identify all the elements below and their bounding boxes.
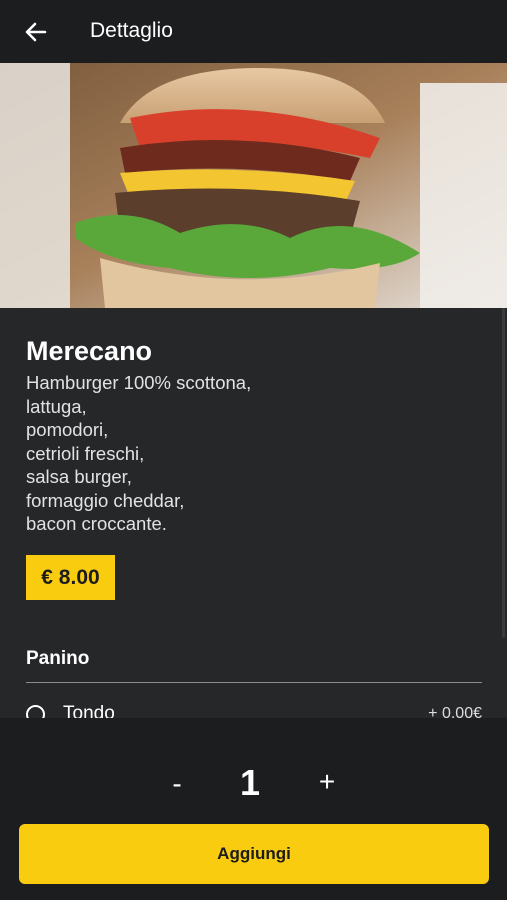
- product-image: [0, 63, 507, 308]
- add-to-cart-button[interactable]: Aggiungi: [19, 824, 489, 884]
- decrease-quantity-button[interactable]: -: [165, 768, 189, 800]
- quantity-value: 1: [239, 762, 261, 803]
- radio-button-icon[interactable]: [26, 705, 45, 718]
- cart-bar: - 1 + Aggiungi: [0, 718, 507, 900]
- option-section-title: Panino: [26, 648, 90, 669]
- increase-quantity-button[interactable]: +: [313, 766, 341, 798]
- back-arrow-icon[interactable]: [22, 18, 50, 46]
- option-price: + 0.00€: [428, 705, 482, 718]
- product-name: Merecano: [26, 336, 153, 366]
- scrollbar[interactable]: [502, 308, 505, 638]
- top-app-bar: Dettaglio: [0, 0, 507, 63]
- product-details: Merecano Hamburger 100% scottona, lattug…: [0, 308, 507, 718]
- option-label: Tondo: [63, 703, 115, 718]
- price-badge: € 8.00: [26, 555, 115, 600]
- product-description: Hamburger 100% scottona, lattuga, pomodo…: [26, 372, 252, 534]
- page-title: Dettaglio: [90, 19, 173, 42]
- section-divider: [26, 682, 482, 683]
